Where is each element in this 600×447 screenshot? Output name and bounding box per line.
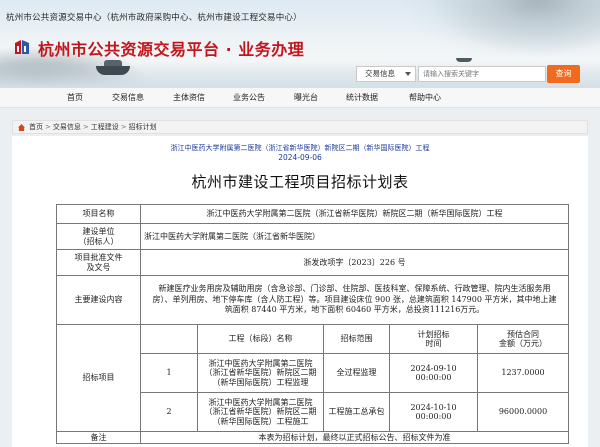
search-category-value: 交易信息: [365, 69, 395, 78]
boat: [96, 66, 130, 75]
content-value: 新建医疗业务用房及辅助用房（含急诊部、门诊部、住院部、医技科室、保障系统、行政管…: [139, 275, 570, 325]
row-amount: 1237.0000: [476, 353, 570, 393]
table-row: 项目批准文件 及文号 浙发改项字〔2023〕226 号: [56, 249, 570, 276]
header-banner: 杭州市公共资源交易中心（杭州市政府采购中心、杭州市建设工程交易中心） 杭州市公共…: [0, 0, 600, 88]
table-row: 项目名称 浙江中医药大学附属第二医院（浙江省新华医院）新院区二期（新华国际医院）…: [56, 204, 570, 224]
bid-items-label: 招标项目: [56, 324, 141, 432]
banner-tree-right: [430, 0, 600, 55]
row-index: 1: [140, 353, 198, 393]
project-subtitle: 浙江中医药大学附属第二医院（浙江省新华医院）新院区二期（新华国际医院）工程: [170, 144, 430, 152]
nav-item-home[interactable]: 首页: [67, 88, 83, 108]
breadcrumb-bid-plan[interactable]: 招标计划: [129, 123, 157, 131]
breadcrumb-construction[interactable]: 工程建设: [91, 123, 119, 131]
table-header-row: 招标项目 工程（标段）名称 招标范围 计划招标 时间 预估合同 金额（万元）: [56, 324, 570, 432]
publish-date: 2024-09-06: [278, 153, 322, 162]
row-index: 2: [140, 392, 198, 432]
unit-value: 浙江中医药大学附属第二医院（浙江省新华医院）: [139, 223, 570, 250]
nav-item-announcements[interactable]: 业务公告: [233, 88, 265, 108]
row-time: 2024-10-10 00:00:00: [389, 392, 478, 432]
approval-value: 浙发改项字〔2023〕226 号: [139, 249, 570, 276]
row-amount: 96000.0000: [476, 392, 570, 432]
nav-item-exposure[interactable]: 曝光台: [294, 88, 318, 108]
remarks-value: 本表为招标计划，最终以正式招标公告、招标文件为准: [139, 431, 570, 444]
bid-plan-table: 项目名称 浙江中医药大学附属第二医院（浙江省新华医院）新院区二期（新华国际医院）…: [56, 204, 570, 444]
nav-item-trade-info[interactable]: 交易信息: [112, 88, 144, 108]
row-scope: 工程施工总承包: [323, 392, 390, 432]
search-input[interactable]: [418, 66, 546, 82]
breadcrumb-trade-info[interactable]: 交易信息: [53, 123, 81, 131]
breadcrumb-home[interactable]: 首页: [29, 123, 43, 131]
table-row: 备注 本表为招标计划，最终以正式招标公告、招标文件为准: [56, 431, 570, 444]
content-label: 主要建设内容: [56, 275, 141, 325]
home-icon: [18, 124, 25, 131]
search-category-select[interactable]: 交易信息: [356, 66, 416, 82]
col-scope-header: 招标范围: [323, 324, 390, 354]
nav-item-statistics[interactable]: 统计数据: [346, 88, 378, 108]
table-row: 主要建设内容 新建医疗业务用房及辅助用房（含急诊部、门诊部、住院部、医技科室、保…: [56, 275, 570, 325]
project-name-label: 项目名称: [56, 204, 141, 224]
logo-icon: [15, 40, 29, 54]
remarks-label: 备注: [56, 431, 141, 444]
col-amount-header: 预估合同 金额（万元）: [476, 324, 570, 354]
row-name: 浙江中医药大学附属第二医院（浙江省新华医院）新院区二期（新华国际医院）工程监理: [197, 353, 324, 393]
content-panel: 浙江中医药大学附属第二医院（浙江省新华医院）新院区二期（新华国际医院）工程 20…: [12, 136, 588, 447]
col-index-header: [140, 324, 198, 354]
site-title: 杭州市公共资源交易平台 · 业务办理: [38, 40, 305, 59]
col-name-header: 工程（标段）名称: [197, 324, 324, 354]
page-title: 杭州市建设工程项目招标计划表: [191, 173, 409, 191]
table-row: 建设单位 （招标人） 浙江中医药大学附属第二医院（浙江省新华医院）: [56, 223, 570, 250]
project-name-value: 浙江中医药大学附属第二医院（浙江省新华医院）新院区二期（新华国际医院）工程: [139, 204, 570, 224]
boat-distant: [456, 58, 472, 62]
nav-item-credit[interactable]: 主体资信: [173, 88, 205, 108]
search-bar: 交易信息 查询: [356, 65, 582, 83]
main-nav: 首页 交易信息 主体资信 业务公告 曝光台 统计数据 帮助中心: [0, 88, 600, 108]
unit-label: 建设单位 （招标人）: [56, 223, 141, 250]
col-time-header: 计划招标 时间: [389, 324, 478, 354]
approval-label: 项目批准文件 及文号: [56, 249, 141, 276]
nav-item-help[interactable]: 帮助中心: [409, 88, 441, 108]
row-scope: 全过程监理: [323, 353, 390, 393]
row-name: 浙江中医药大学附属第二医院（浙江省新华医院）新院区二期（新华国际医院）工程施工: [197, 392, 324, 432]
chevron-down-icon: [405, 72, 411, 76]
search-button[interactable]: 查询: [547, 65, 580, 83]
breadcrumb: 首页 > 交易信息 > 工程建设 > 招标计划: [12, 120, 588, 134]
row-time: 2024-09-10 00:00:00: [389, 353, 478, 393]
org-name: 杭州市公共资源交易中心（杭州市政府采购中心、杭州市建设工程交易中心）: [6, 13, 302, 23]
